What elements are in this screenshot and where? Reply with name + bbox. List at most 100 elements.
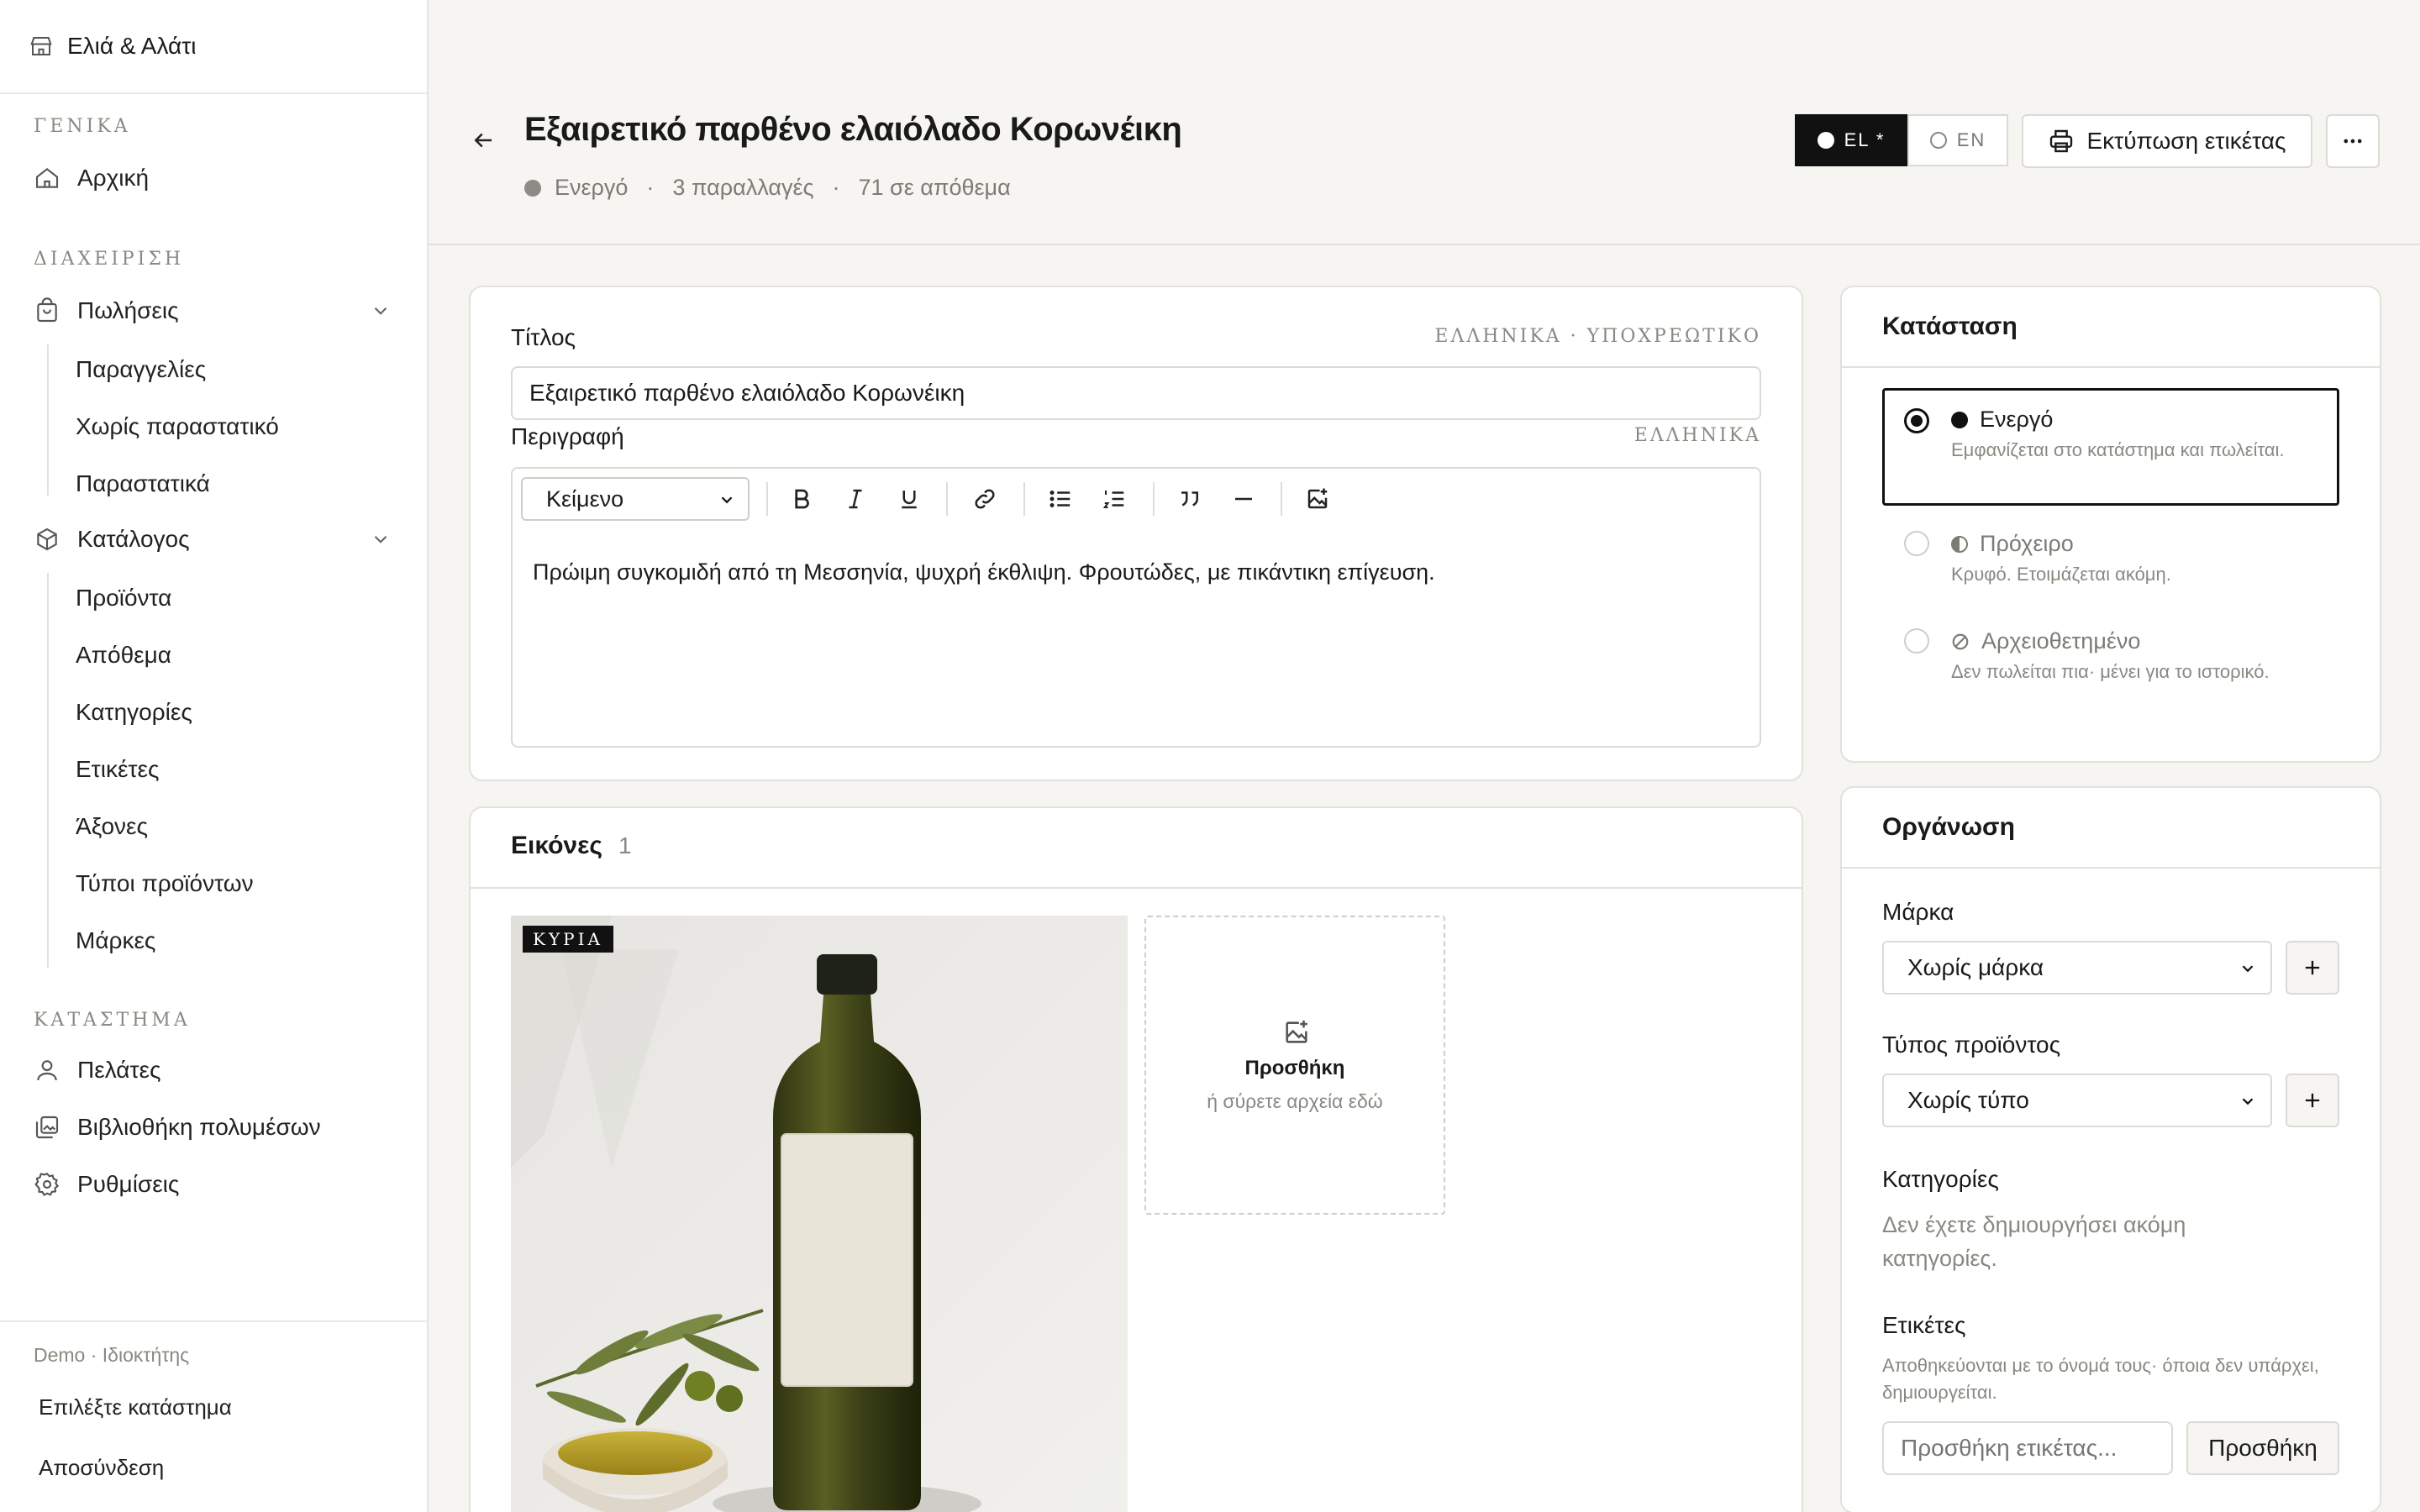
printer-icon bbox=[2048, 128, 2075, 155]
brand-select-value: Χωρίς μάρκα bbox=[1907, 954, 2044, 980]
chevron-down-icon bbox=[2238, 1092, 2257, 1110]
variants-count: 3 παραλλαγές bbox=[672, 175, 814, 200]
title-input[interactable]: Εξαιρετικό παρθένο ελαιόλαδο Κορωνέικη bbox=[511, 366, 1761, 420]
language-en-label: EN bbox=[1956, 129, 1986, 150]
sidebar-item-catalog[interactable]: Κατάλογος bbox=[34, 526, 403, 553]
choose-store-link[interactable]: Επιλέξτε κατάστημα bbox=[39, 1394, 232, 1420]
divider bbox=[471, 887, 1802, 889]
print-label-button[interactable]: Εκτύπωση ετικέτας bbox=[2022, 114, 2312, 168]
categories-label: Κατηγορίες bbox=[1882, 1166, 1999, 1192]
toolbar-divider bbox=[766, 482, 768, 516]
store-switcher[interactable]: Ελιά & Αλάτι bbox=[0, 0, 427, 94]
section-manage: ΔΙΑΧΕΙΡΙΣΗ bbox=[34, 249, 185, 270]
store-icon bbox=[29, 34, 54, 59]
link-icon[interactable] bbox=[968, 482, 1002, 516]
product-type-select-value: Χωρίς τύπο bbox=[1907, 1087, 2029, 1113]
italic-icon[interactable] bbox=[839, 482, 872, 516]
sidebar-item-sales[interactable]: Πωλήσεις bbox=[34, 297, 403, 324]
print-label-text: Εκτύπωση ετικέτας bbox=[2086, 128, 2286, 154]
olive-oil-bottle-photo bbox=[511, 916, 1128, 1512]
sidebar-item-axes[interactable]: Άξονες bbox=[76, 813, 148, 840]
status-dot bbox=[524, 179, 541, 197]
insert-image-icon[interactable] bbox=[1301, 482, 1334, 516]
add-product-type-button[interactable] bbox=[2286, 1074, 2339, 1127]
sidebar-item-orders[interactable]: Παραγγελίες bbox=[76, 356, 206, 383]
description-label: Περιγραφή bbox=[511, 423, 624, 449]
sidebar: Ελιά & Αλάτι ΓΕΝΙΚΑ Αρχική ΔΙΑΧΕΙΡΙΣΗ Πω… bbox=[0, 0, 429, 1512]
product-type-label: Τύπος προϊόντος bbox=[1882, 1032, 2061, 1058]
numbered-list-icon[interactable] bbox=[1097, 482, 1131, 516]
description-editor[interactable]: Πρώιμη συγκομιδή από τη Μεσσηνία, ψυχρή … bbox=[511, 529, 1761, 748]
ban-icon bbox=[1951, 633, 1970, 651]
more-options-button[interactable] bbox=[2326, 114, 2380, 168]
half-circle-icon bbox=[1951, 535, 1968, 553]
sidebar-item-tags[interactable]: Ετικέτες bbox=[76, 756, 159, 783]
brand-select[interactable]: Χωρίς μάρκα bbox=[1882, 941, 2272, 995]
radio-active[interactable] bbox=[1904, 408, 1929, 433]
radio-archived[interactable] bbox=[1904, 628, 1929, 654]
sidebar-item-stock[interactable]: Απόθεμα bbox=[76, 642, 171, 669]
add-tag-button[interactable]: Προσθήκη bbox=[2186, 1421, 2339, 1475]
chevron-down-icon[interactable] bbox=[370, 528, 392, 550]
sidebar-item-label: Ρυθμίσεις bbox=[77, 1171, 180, 1197]
more-horizontal-icon bbox=[2341, 129, 2365, 153]
sidebar-item-settings[interactable]: Ρυθμίσεις bbox=[34, 1171, 179, 1198]
tag-input[interactable] bbox=[1882, 1421, 2173, 1475]
sidebar-item-customers[interactable]: Πελάτες bbox=[34, 1057, 161, 1084]
tags-label: Ετικέτες bbox=[1882, 1312, 1966, 1338]
product-image[interactable] bbox=[511, 916, 1128, 1512]
sidebar-item-label: Αρχική bbox=[77, 165, 150, 191]
status-text: Ενεργό bbox=[555, 175, 629, 200]
divider bbox=[1842, 867, 2380, 869]
bullet-list-icon[interactable] bbox=[1044, 482, 1077, 516]
add-image-label: Προσθήκη bbox=[1244, 1057, 1345, 1079]
sidebar-item-receipts[interactable]: Παραστατικά bbox=[76, 470, 210, 497]
section-store: ΚΑΤΑΣΤΗΜΑ bbox=[34, 1010, 191, 1031]
empty-dot-icon bbox=[1929, 132, 1947, 149]
image-dropzone[interactable]: Προσθήκη ή σύρετε αρχεία εδώ bbox=[1144, 916, 1445, 1215]
shopping-bag-icon bbox=[34, 297, 60, 324]
images-title: Εικόνες bbox=[511, 832, 602, 859]
horizontal-rule-icon[interactable] bbox=[1227, 482, 1260, 516]
sidebar-item-label: Πελάτες bbox=[77, 1057, 161, 1083]
user-icon bbox=[34, 1057, 60, 1084]
format-select[interactable]: Κείμενο bbox=[521, 477, 750, 521]
divider bbox=[1842, 366, 2380, 368]
media-library-icon bbox=[34, 1114, 60, 1141]
status-active-label: Ενεργό bbox=[1980, 407, 2054, 432]
logout-link[interactable]: Αποσύνδεση bbox=[39, 1455, 164, 1481]
sidebar-item-products[interactable]: Προϊόντα bbox=[76, 585, 171, 612]
status-option-desc: Δεν πωλείται πια· μένει για το ιστορικό. bbox=[1951, 661, 2270, 682]
product-type-select[interactable]: Χωρίς τύπο bbox=[1882, 1074, 2272, 1127]
back-arrow-icon[interactable] bbox=[471, 128, 496, 153]
sidebar-item-product-types[interactable]: Τύποι προϊόντων bbox=[76, 870, 254, 897]
toolbar-divider bbox=[946, 482, 948, 516]
quote-icon[interactable] bbox=[1173, 482, 1207, 516]
status-title: Κατάσταση bbox=[1882, 312, 2018, 340]
home-icon bbox=[34, 165, 60, 192]
categories-empty-text: Δεν έχετε δημιουργήσει ακόμη κατηγορίες. bbox=[1882, 1212, 2186, 1271]
status-card bbox=[1840, 286, 2381, 763]
title-label: Τίτλος bbox=[511, 324, 576, 350]
sidebar-item-media[interactable]: Βιβλιοθήκη πολυμέσων bbox=[34, 1114, 321, 1141]
radio-draft[interactable] bbox=[1904, 531, 1929, 556]
add-brand-button[interactable] bbox=[2286, 941, 2339, 995]
add-image-icon bbox=[1282, 1018, 1311, 1047]
brand-label: Μάρκα bbox=[1882, 899, 1954, 925]
separator: · bbox=[832, 175, 840, 200]
account-role: Demo · Ιδιοκτήτης bbox=[34, 1344, 190, 1366]
status-option-label: Αρχειοθετημένο bbox=[1951, 628, 2140, 654]
sidebar-item-categories[interactable]: Κατηγορίες bbox=[76, 699, 192, 726]
underline-icon[interactable] bbox=[892, 482, 926, 516]
sidebar-item-home[interactable]: Αρχική bbox=[34, 165, 149, 192]
box-icon bbox=[34, 526, 60, 553]
status-draft-label: Πρόχειρο bbox=[1980, 531, 2074, 556]
sidebar-item-label: Βιβλιοθήκη πολυμέσων bbox=[77, 1114, 321, 1140]
language-el-toggle[interactable]: EL * bbox=[1795, 114, 1907, 166]
language-en-toggle[interactable]: EN bbox=[1907, 114, 2008, 166]
separator: · bbox=[646, 175, 655, 200]
bold-icon[interactable] bbox=[785, 482, 818, 516]
sidebar-item-no-receipt[interactable]: Χωρίς παραστατικό bbox=[76, 413, 279, 440]
chevron-down-icon[interactable] bbox=[370, 300, 392, 322]
sidebar-item-brands[interactable]: Μάρκες bbox=[76, 927, 155, 954]
